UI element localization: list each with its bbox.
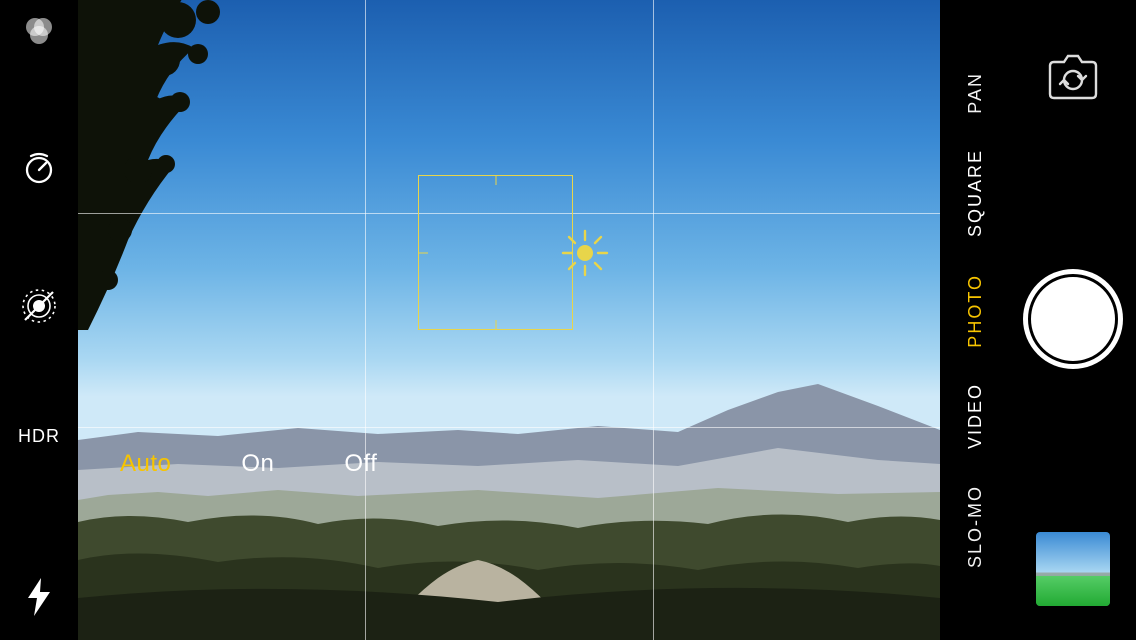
hdr-options: Auto On Off <box>120 450 377 478</box>
hdr-option-off[interactable]: Off <box>344 450 377 478</box>
left-toolbar: HDR <box>0 0 78 640</box>
mode-square[interactable]: SQUARE <box>965 149 986 237</box>
live-photo-button[interactable] <box>19 286 59 326</box>
grid-line <box>365 0 366 640</box>
focus-exposure-box[interactable] <box>418 175 573 330</box>
shutter-button[interactable] <box>1023 269 1123 369</box>
mode-photo[interactable]: PHOTO <box>965 274 986 348</box>
timer-button[interactable] <box>21 150 57 186</box>
sun-exposure-icon[interactable] <box>560 228 610 278</box>
mode-selector[interactable]: PAN SQUARE PHOTO VIDEO SLO-MO <box>940 0 1010 640</box>
filters-button[interactable] <box>21 14 57 50</box>
switch-camera-button[interactable] <box>1044 54 1102 105</box>
hdr-option-auto[interactable]: Auto <box>120 450 171 478</box>
filters-icon <box>21 14 57 50</box>
hdr-button[interactable]: HDR <box>18 426 60 447</box>
right-toolbar <box>1010 0 1136 640</box>
grid-line <box>653 0 654 640</box>
flash-icon <box>26 578 52 616</box>
camera-app: HDR <box>0 0 1136 640</box>
live-photo-off-icon <box>19 286 59 326</box>
shutter-inner <box>1028 274 1118 364</box>
timer-icon <box>21 150 57 186</box>
last-photo-thumbnail[interactable] <box>1036 532 1110 606</box>
hdr-option-on[interactable]: On <box>241 450 274 478</box>
mode-slomo[interactable]: SLO-MO <box>965 485 986 568</box>
grid-line <box>78 427 940 428</box>
flash-button[interactable] <box>26 578 52 616</box>
viewfinder[interactable]: Auto On Off <box>78 0 940 640</box>
mode-video[interactable]: VIDEO <box>965 383 986 449</box>
switch-camera-icon <box>1044 54 1102 100</box>
mode-pano[interactable]: PAN <box>965 72 986 114</box>
